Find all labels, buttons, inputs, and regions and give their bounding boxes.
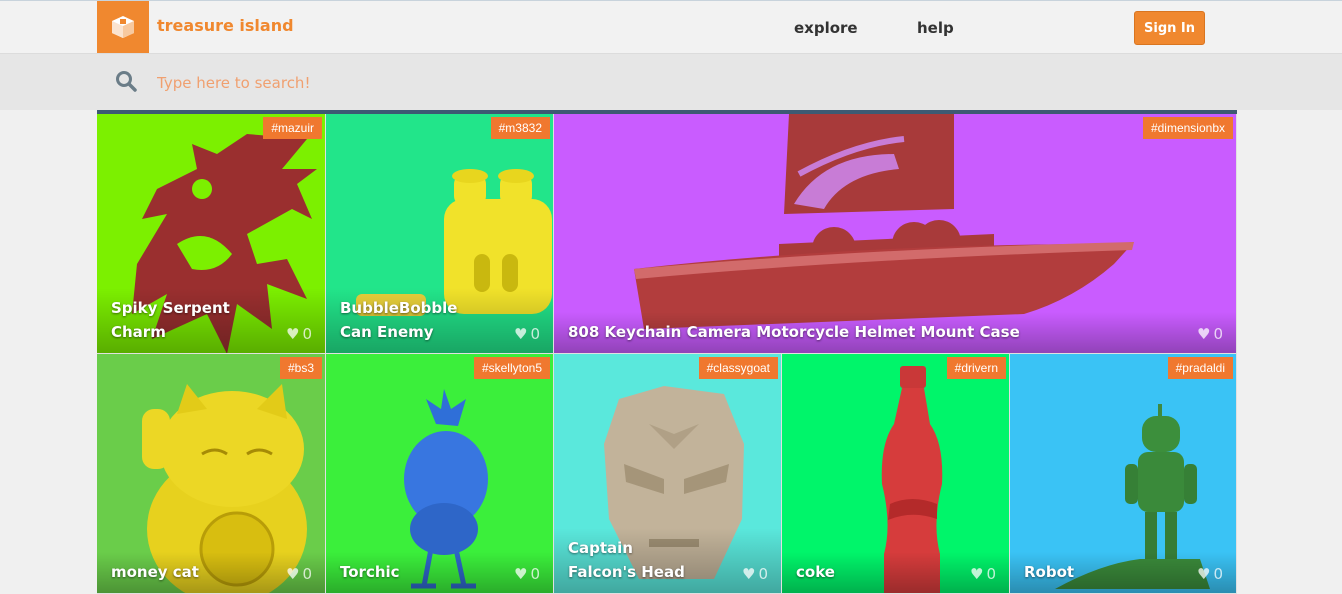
author-tag[interactable]: #skellyton5 <box>473 357 550 379</box>
like-counter[interactable]: ♥ 0 <box>1197 325 1223 343</box>
item-card-robot[interactable]: #pradaldi Robot ♥ 0 <box>1010 354 1237 594</box>
item-title[interactable]: Torchic <box>340 560 470 584</box>
item-title[interactable]: Captain Falcon's Head <box>568 536 698 584</box>
item-title[interactable]: BubbleBobble Can Enemy <box>340 296 470 344</box>
like-counter[interactable]: ♥ 0 <box>742 565 768 583</box>
author-tag[interactable]: #mazuir <box>263 117 322 139</box>
item-title[interactable]: coke <box>796 560 926 584</box>
nav-explore[interactable]: explore <box>794 19 858 37</box>
like-counter[interactable]: ♥ 0 <box>514 325 540 343</box>
heart-icon: ♥ <box>286 325 300 343</box>
item-card-money-cat[interactable]: #bs3 money cat ♥ 0 <box>97 354 326 594</box>
item-caption: Captain Falcon's Head <box>554 528 781 593</box>
item-card-coke[interactable]: #drivern coke ♥ 0 <box>782 354 1010 594</box>
author-tag[interactable]: #dimensionbx <box>1142 117 1233 139</box>
item-title[interactable]: money cat <box>111 560 241 584</box>
heart-icon: ♥ <box>1197 565 1211 583</box>
item-caption: 808 Keychain Camera Motorcycle Helmet Mo… <box>554 312 1236 353</box>
item-title[interactable]: Spiky Serpent Charm <box>111 296 241 344</box>
cube-logo-icon <box>112 16 134 38</box>
author-tag[interactable]: #m3832 <box>490 117 550 139</box>
sign-in-button[interactable]: Sign In <box>1134 11 1205 45</box>
search-input[interactable] <box>157 68 1057 98</box>
item-card-torchic[interactable]: #skellyton5 Torchic ♥ 0 <box>326 354 554 594</box>
search-icon <box>116 71 137 92</box>
like-counter[interactable]: ♥ 0 <box>1197 565 1223 583</box>
heart-icon: ♥ <box>514 325 528 343</box>
brand-name[interactable]: treasure island <box>157 16 294 35</box>
item-card-bubblebobble[interactable]: #m3832 BubbleBobble Can Enemy ♥ 0 <box>326 114 554 354</box>
nav-help[interactable]: help <box>917 19 954 37</box>
author-tag[interactable]: #classygoat <box>698 357 778 379</box>
item-caption: BubbleBobble Can Enemy <box>326 288 553 353</box>
like-counter[interactable]: ♥ 0 <box>286 565 312 583</box>
author-tag[interactable]: #bs3 <box>279 357 322 379</box>
like-counter[interactable]: ♥ 0 <box>286 325 312 343</box>
like-counter[interactable]: ♥ 0 <box>970 565 996 583</box>
author-tag[interactable]: #pradaldi <box>1167 357 1233 379</box>
author-tag[interactable]: #drivern <box>946 357 1006 379</box>
item-title[interactable]: 808 Keychain Camera Motorcycle Helmet Mo… <box>568 320 1168 344</box>
heart-icon: ♥ <box>742 565 756 583</box>
item-title[interactable]: Robot <box>1024 560 1154 584</box>
heart-icon: ♥ <box>970 565 984 583</box>
search-bar <box>0 53 1342 110</box>
heart-icon: ♥ <box>286 565 300 583</box>
item-card-spiky-serpent[interactable]: #mazuir Spiky Serpent Charm ♥ 0 <box>97 114 326 354</box>
heart-icon: ♥ <box>514 565 528 583</box>
item-card-captain-falcon[interactable]: #classygoat Captain Falcon's Head ♥ 0 <box>554 354 782 594</box>
item-card-keychain-camera[interactable]: #dimensionbx 808 Keychain Camera Motorcy… <box>554 114 1237 354</box>
heart-icon: ♥ <box>1197 325 1211 343</box>
like-counter[interactable]: ♥ 0 <box>514 565 540 583</box>
logo[interactable] <box>97 1 149 53</box>
top-bar: treasure island explore help Sign In <box>0 0 1342 53</box>
item-caption: Spiky Serpent Charm <box>97 288 325 353</box>
